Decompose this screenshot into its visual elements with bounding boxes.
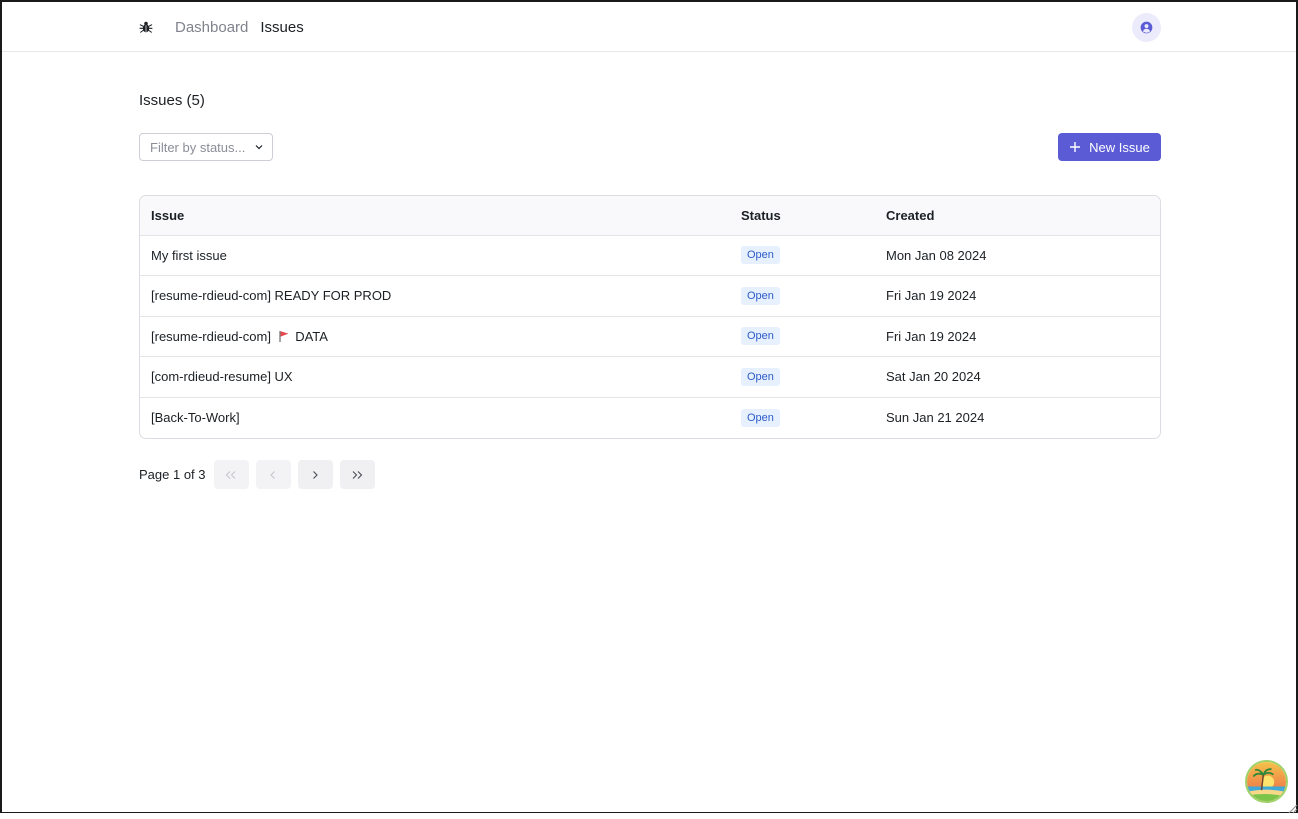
status-badge: Open: [741, 327, 780, 346]
resize-grip-icon[interactable]: [1286, 801, 1298, 814]
chevron-right-icon: [310, 470, 320, 480]
last-page-button[interactable]: [339, 460, 375, 489]
created-date: Mon Jan 08 2024: [886, 247, 987, 263]
status-badge: Open: [741, 246, 780, 265]
table-row: [com-rdieud-resume] UX Open Sat Jan 20 2…: [140, 356, 1160, 398]
issue-title-link[interactable]: [com-rdieud-resume] UX: [140, 357, 730, 398]
created-date: Fri Jan 19 2024: [886, 328, 977, 344]
issue-title-suffix: DATA: [295, 328, 328, 344]
double-chevron-right-icon: [350, 470, 364, 480]
header-status[interactable]: Status: [730, 196, 875, 235]
table-row: [Back-To-Work] Open Sun Jan 21 2024: [140, 397, 1160, 438]
created-date: Sat Jan 20 2024: [886, 369, 981, 385]
header-issue[interactable]: Issue: [140, 196, 730, 235]
created-date: Sun Jan 21 2024: [886, 410, 985, 425]
status-filter-placeholder: Filter by status...: [150, 139, 246, 155]
issue-title-link[interactable]: [resume-rdieud-com] DATA: [140, 316, 730, 357]
bug-icon[interactable]: [139, 20, 153, 34]
header-created[interactable]: Created: [875, 196, 1160, 235]
plus-icon: [1069, 141, 1081, 153]
app-window: Dashboard Issues Issues (5) Filter by st…: [0, 0, 1298, 814]
new-issue-button[interactable]: New Issue: [1058, 133, 1161, 161]
pagination: Page 1 of 3: [139, 460, 382, 489]
issue-title-link[interactable]: My first issue: [140, 235, 730, 276]
issue-title-prefix: [resume-rdieud-com]: [151, 328, 271, 344]
table-row: My first issue Open Mon Jan 08 2024: [140, 235, 1160, 276]
nav-link-dashboard[interactable]: Dashboard: [175, 19, 248, 36]
table-row: [resume-rdieud-com] DATA Open Fri Jan 19…: [140, 316, 1160, 357]
next-page-button[interactable]: [297, 460, 333, 489]
page-indicator: Page 1 of 3: [139, 467, 206, 482]
status-badge: Open: [741, 367, 780, 386]
table-header-row: Issue Status Created: [140, 196, 1160, 235]
new-issue-label: New Issue: [1089, 139, 1150, 155]
user-avatar[interactable]: [1132, 12, 1161, 42]
beach-avatar-widget[interactable]: [1245, 760, 1288, 803]
table-row: [resume-rdieud-com] READY FOR PROD Open …: [140, 275, 1160, 317]
status-filter-select[interactable]: Filter by status...: [139, 133, 273, 161]
red-flag-icon: [278, 330, 290, 342]
previous-page-button[interactable]: [255, 460, 291, 489]
issues-table: Issue Status Created My first issue Open…: [139, 195, 1161, 439]
double-chevron-left-icon: [224, 470, 238, 480]
issue-title-link[interactable]: [resume-rdieud-com] READY FOR PROD: [140, 276, 730, 317]
created-date: Fri Jan 19 2024: [886, 288, 977, 304]
user-circle-icon: [1140, 21, 1153, 34]
status-badge: Open: [741, 286, 780, 305]
first-page-button[interactable]: [213, 460, 249, 489]
nav-link-issues[interactable]: Issues: [260, 19, 303, 36]
issue-title-link[interactable]: [Back-To-Work]: [140, 397, 730, 438]
status-badge: Open: [741, 408, 780, 427]
page-title: Issues (5): [139, 92, 205, 109]
chevron-down-icon: [254, 142, 264, 152]
chevron-left-icon: [268, 470, 278, 480]
top-navbar: Dashboard Issues: [2, 2, 1296, 52]
